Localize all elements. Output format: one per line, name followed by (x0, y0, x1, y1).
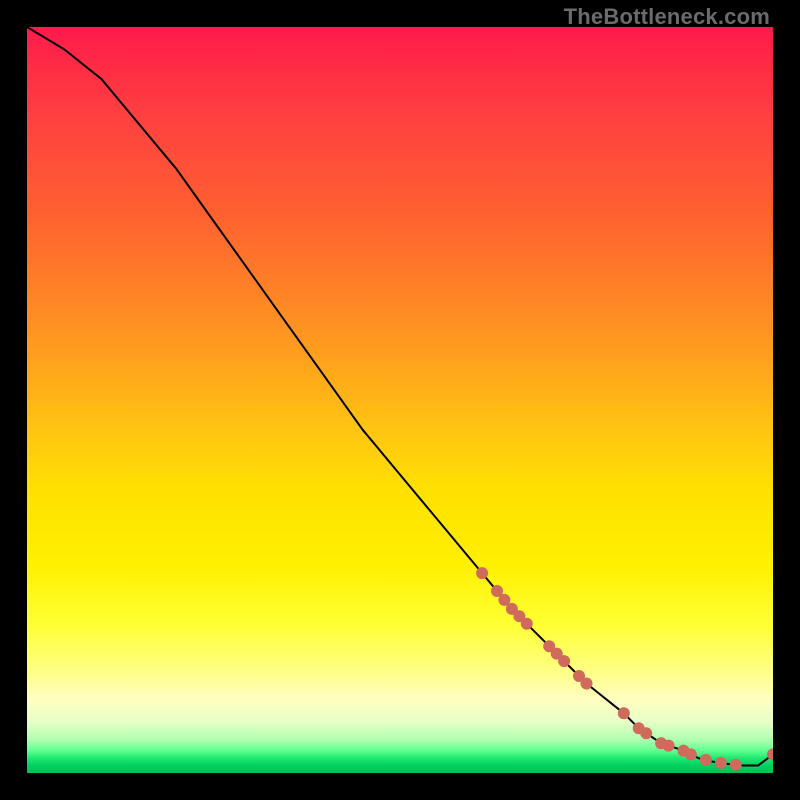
data-marker (640, 727, 652, 739)
data-marker (685, 748, 697, 760)
data-marker (633, 722, 645, 734)
data-marker (767, 748, 773, 760)
curve-line (27, 27, 773, 766)
chart-svg (27, 27, 773, 773)
marker-group (476, 567, 773, 771)
data-marker (663, 740, 675, 752)
data-marker (715, 757, 727, 769)
data-marker (573, 670, 585, 682)
data-marker (700, 754, 712, 766)
plot-area (27, 27, 773, 773)
data-marker (678, 745, 690, 757)
data-marker (476, 567, 488, 579)
data-marker (655, 737, 667, 749)
data-marker (513, 610, 525, 622)
chart-container: TheBottleneck.com (0, 0, 800, 800)
data-marker (730, 759, 742, 771)
data-marker (581, 678, 593, 690)
data-marker (618, 707, 630, 719)
data-marker (543, 640, 555, 652)
data-marker (506, 603, 518, 615)
data-marker (558, 655, 570, 667)
data-marker (491, 585, 503, 597)
data-marker (498, 594, 510, 606)
data-marker (551, 648, 563, 660)
data-marker (521, 618, 533, 630)
curve-group (27, 27, 773, 766)
